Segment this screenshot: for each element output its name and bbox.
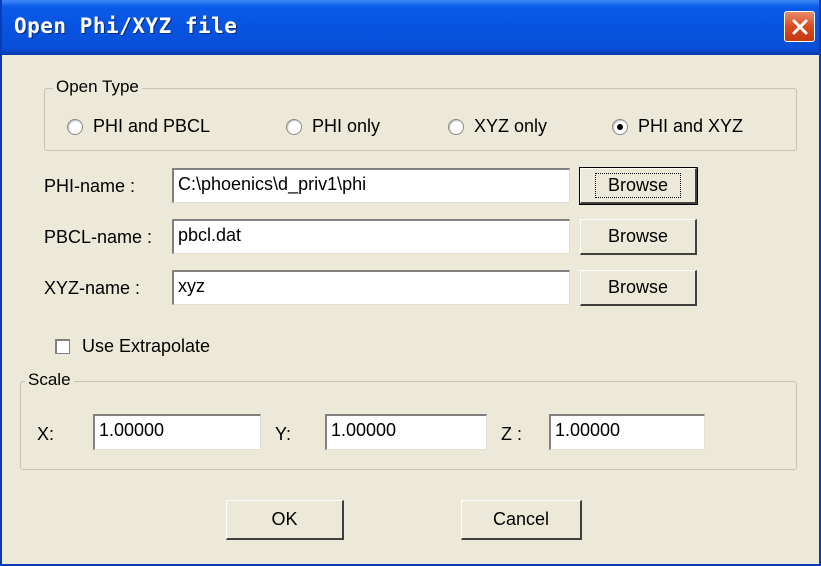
- xyz-browse-button[interactable]: Browse: [580, 270, 697, 306]
- radio-phi-only[interactable]: PHI only: [286, 116, 380, 137]
- scale-x-label: X:: [37, 424, 55, 444]
- cancel-button[interactable]: Cancel: [461, 500, 582, 540]
- open-type-legend: Open Type: [53, 77, 142, 97]
- scale-z-field[interactable]: 1.00000: [549, 414, 705, 450]
- radio-phi-and-xyz-label: PHI and XYZ: [638, 116, 744, 136]
- radio-phi-and-xyz-circle[interactable]: [612, 118, 628, 135]
- scale-z-label: Z :: [501, 424, 522, 444]
- scale-y-label: Y:: [275, 424, 292, 444]
- radio-phi-and-pbcl[interactable]: PHI and PBCL: [67, 116, 210, 137]
- close-button[interactable]: [784, 11, 815, 42]
- xyz-name-field[interactable]: xyz: [172, 270, 570, 305]
- radio-xyz-only-circle[interactable]: [448, 118, 464, 135]
- phi-browse-label: Browse: [594, 173, 682, 198]
- phi-name-label: PHI-name :: [44, 176, 136, 196]
- ok-button[interactable]: OK: [226, 500, 344, 540]
- phi-browse-button[interactable]: Browse: [579, 167, 698, 205]
- xyz-name-label: XYZ-name :: [44, 278, 141, 298]
- scale-x-field[interactable]: 1.00000: [93, 414, 261, 450]
- pbcl-name-label: PBCL-name :: [44, 227, 153, 247]
- scale-legend: Scale: [25, 370, 74, 390]
- pbcl-browse-button[interactable]: Browse: [580, 219, 697, 255]
- scale-y-field[interactable]: 1.00000: [325, 414, 487, 450]
- radio-xyz-only[interactable]: XYZ only: [448, 116, 547, 137]
- radio-phi-only-label: PHI only: [312, 116, 381, 136]
- radio-phi-and-pbcl-label: PHI and PBCL: [93, 116, 211, 136]
- use-extrapolate-label[interactable]: Use Extrapolate: [82, 336, 210, 357]
- dialog-window: Open Phi/XYZ file Open Type PHI and PBCL…: [0, 0, 821, 566]
- radio-phi-only-circle[interactable]: [286, 118, 302, 135]
- open-type-group: Open Type PHI and PBCL PHI only XYZ only…: [44, 77, 797, 151]
- use-extrapolate-checkbox[interactable]: [55, 339, 70, 354]
- title-bar[interactable]: Open Phi/XYZ file: [2, 0, 819, 55]
- radio-phi-and-xyz[interactable]: PHI and XYZ: [612, 116, 743, 137]
- scale-group: Scale X: 1.00000 Y: 1.00000 Z : 1.00000: [20, 370, 797, 470]
- radio-phi-and-pbcl-circle[interactable]: [67, 118, 83, 135]
- phi-name-field[interactable]: C:\phoenics\d_priv1\phi: [172, 168, 570, 203]
- dialog-title: Open Phi/XYZ file: [14, 14, 238, 38]
- close-icon: [792, 19, 807, 34]
- pbcl-name-field[interactable]: pbcl.dat: [172, 219, 570, 254]
- radio-xyz-only-label: XYZ only: [474, 116, 548, 136]
